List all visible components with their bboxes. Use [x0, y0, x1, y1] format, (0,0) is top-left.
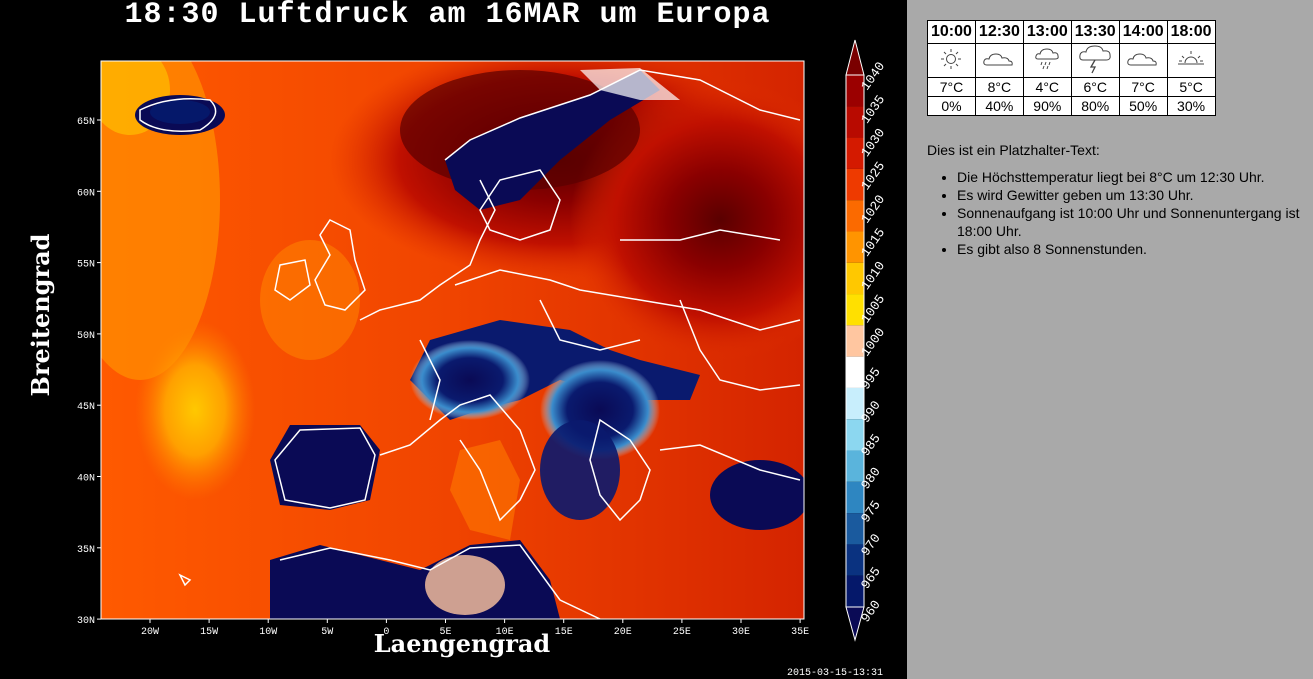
time-row: 10:00 12:30 13:00 13:30 14:00 18:00	[927, 20, 1216, 44]
pressure-map-panel: 18:30 Luftdruck am 16MAR um Europa 20W 1…	[0, 0, 907, 679]
precipitation-cell: 90%	[1022, 96, 1072, 116]
icon-row	[927, 43, 1216, 78]
lat-tick-label: 45N	[77, 402, 95, 413]
lat-tick-label: 55N	[77, 260, 95, 271]
cloud-icon	[983, 53, 1014, 66]
timestamp: 2015-03-15-13:31	[786, 668, 883, 679]
time-cell: 13:00	[1022, 20, 1072, 44]
precipitation-cell: 50%	[1118, 96, 1168, 116]
precipitation-cell: 0%	[927, 96, 976, 116]
lat-tick-label: 50N	[77, 331, 95, 342]
temperature-cell: 4°C	[1022, 77, 1072, 97]
intro-text: Dies ist ein Platzhalter-Text:	[927, 142, 1100, 158]
lat-tick-label: 65N	[77, 117, 95, 128]
lat-tick-label: 60N	[77, 188, 95, 199]
colorbar-top-triangle	[845, 39, 865, 76]
lat-tick-label: 35N	[77, 545, 95, 556]
time-cell: 18:00	[1166, 20, 1216, 44]
latitude-ticks: 65N 60N 55N 50N 45N 40N 35N 30N	[77, 117, 101, 627]
icon-cell	[927, 43, 976, 78]
precipitation-cell: 80%	[1070, 96, 1120, 116]
lon-tick-label: 35E	[791, 627, 809, 638]
temperature-cell: 8°C	[974, 77, 1024, 97]
icon-cell	[1118, 43, 1168, 78]
lon-tick-label: 20W	[141, 627, 159, 638]
info-list: Die Höchsttemperatur liegt bei 8°C um 12…	[927, 168, 1313, 258]
time-cell: 10:00	[927, 20, 976, 44]
sun-icon	[941, 49, 962, 69]
icon-cell	[1070, 43, 1120, 78]
lon-tick-label: 15E	[555, 627, 573, 638]
time-cell: 14:00	[1118, 20, 1168, 44]
forecast-table: 10:00 12:30 13:00 13:30 14:00 18:00 7°C …	[927, 20, 1216, 116]
x-axis-label: Laengengrad	[374, 629, 551, 658]
icon-cell	[974, 43, 1024, 78]
pressure-map: 20W 15W 10W 5W 0 5E 10E 15E 20E 25E 30E 35E 65N60N5…	[26, 39, 888, 658]
iberia-low	[270, 425, 380, 510]
icon-cell	[1022, 43, 1072, 78]
y-axis-label: Breitengrad	[26, 233, 55, 396]
time-cell: 12:30	[974, 20, 1024, 44]
lon-tick-label: 5W	[321, 627, 333, 638]
list-item: Es gibt also 8 Sonnenstunden.	[957, 240, 1313, 258]
lon-tick-label: 10W	[259, 627, 277, 638]
lon-tick-label: 30E	[732, 627, 750, 638]
temperature-cell: 5°C	[1166, 77, 1216, 97]
lon-tick-label: 20E	[614, 627, 632, 638]
precipitation-cell: 40%	[974, 96, 1024, 116]
forecast-panel: 10:00 12:30 13:00 13:30 14:00 18:00 7°C …	[907, 0, 1313, 679]
temperature-cell: 7°C	[1118, 77, 1168, 97]
icon-cell	[1166, 43, 1216, 78]
colorbar: 1040103510301025102010151010100510009959…	[845, 39, 888, 642]
cloud-icon	[1127, 53, 1157, 66]
lat-tick-label: 30N	[77, 616, 95, 627]
lat-tick-label: 40N	[77, 474, 95, 485]
time-cell: 13:30	[1070, 20, 1120, 44]
lon-tick-label: 15W	[200, 627, 218, 638]
colorbar-swatch	[846, 450, 864, 482]
rain-icon	[1035, 48, 1059, 70]
temperature-row: 7°C 8°C 4°C 6°C 7°C 5°C	[927, 77, 1216, 97]
list-item: Sonnenaufgang ist 10:00 Uhr und Sonnenun…	[957, 204, 1313, 240]
list-item: Die Höchsttemperatur liegt bei 8°C um 12…	[957, 168, 1313, 186]
lon-tick-label: 25E	[673, 627, 691, 638]
sunset-icon	[1178, 51, 1205, 65]
list-item: Es wird Gewitter geben um 13:30 Uhr.	[957, 186, 1313, 204]
precipitation-row: 0% 40% 90% 80% 50% 30%	[927, 96, 1216, 116]
temperature-cell: 6°C	[1070, 77, 1120, 97]
colorbar-swatch	[846, 106, 864, 138]
precipitation-cell: 30%	[1166, 96, 1216, 116]
temperature-cell: 7°C	[927, 77, 976, 97]
map-plot-area	[101, 61, 804, 619]
thunderstorm-icon	[1079, 45, 1111, 74]
